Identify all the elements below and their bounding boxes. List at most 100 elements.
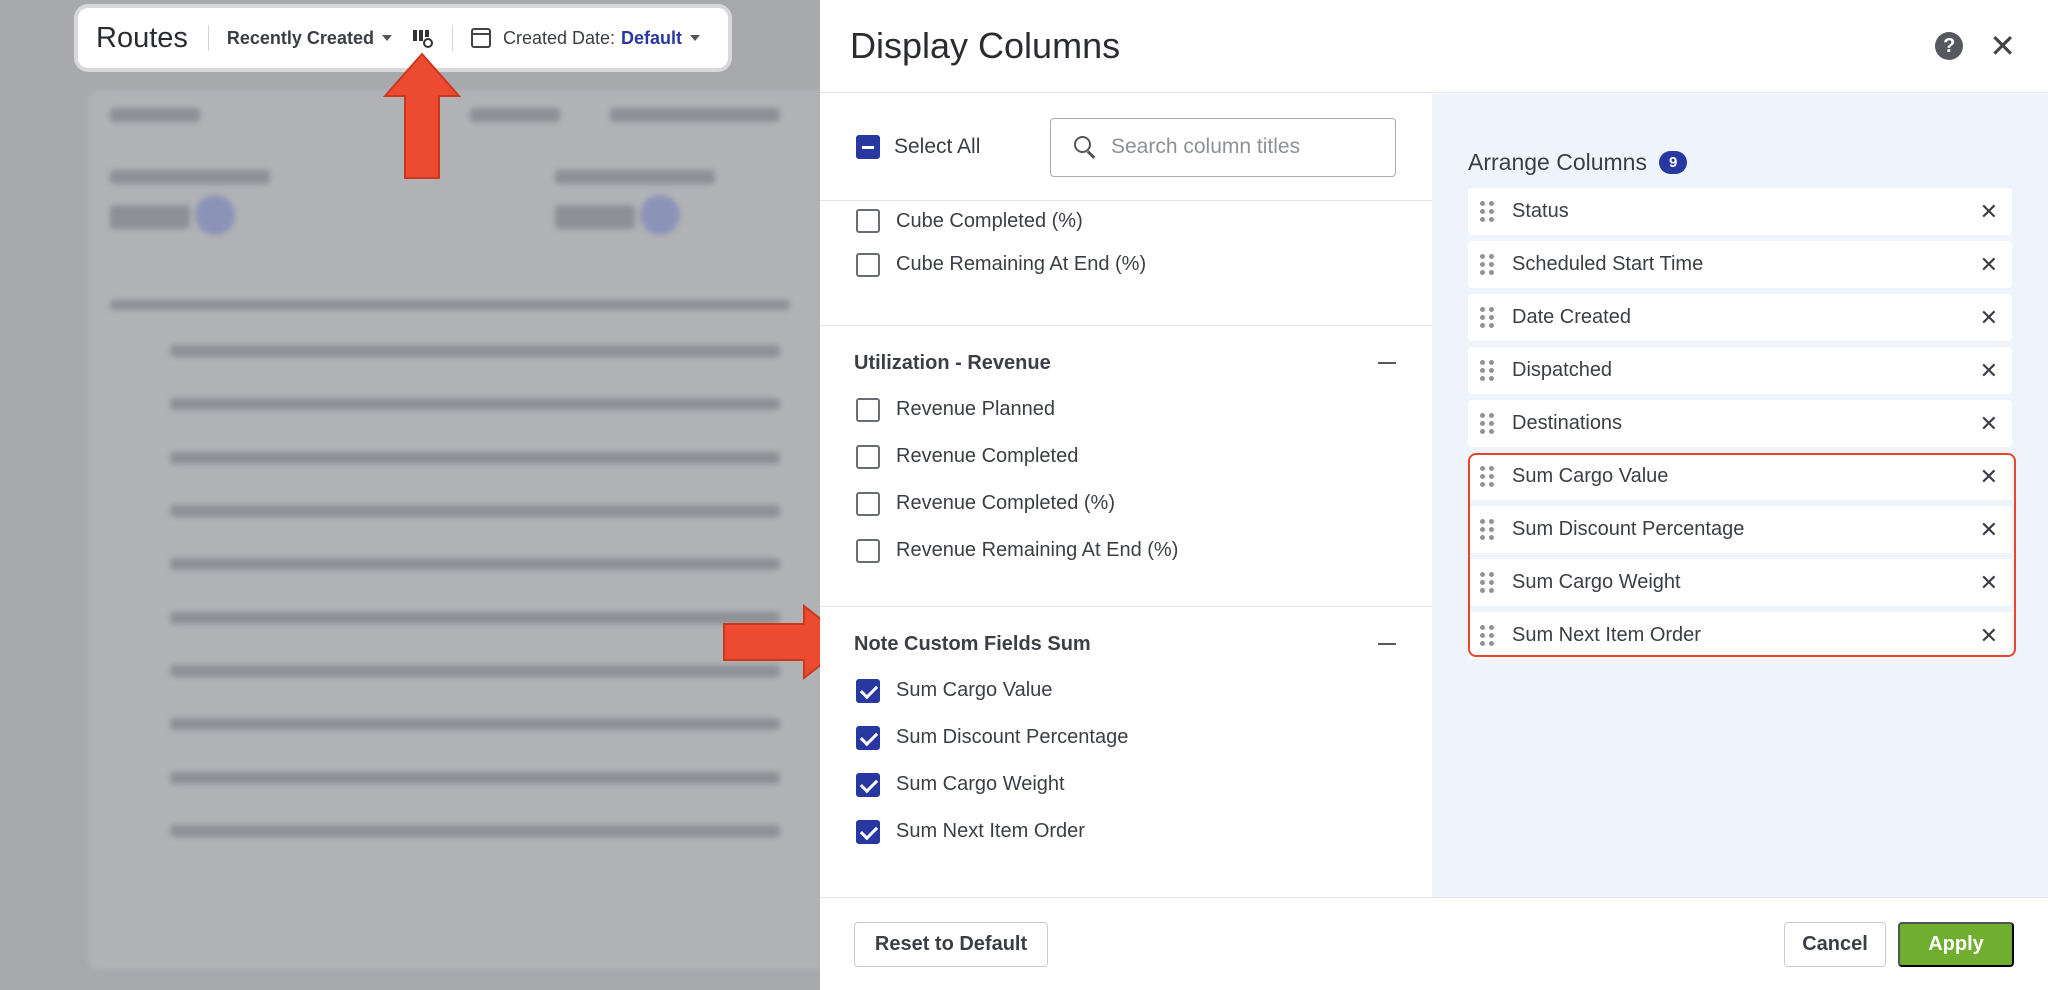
bg-bar (610, 108, 780, 122)
drag-handle-icon[interactable] (1480, 306, 1494, 329)
drag-handle-icon[interactable] (1480, 571, 1494, 594)
option-item[interactable]: Cube Completed (%) (820, 201, 1432, 241)
group-title: Utilization - Revenue (854, 351, 1051, 374)
bg-circle (640, 195, 680, 235)
remove-column-icon[interactable]: ✕ (1980, 623, 1998, 649)
help-icon[interactable]: ? (1935, 32, 1964, 60)
red-arrow-up-icon (383, 52, 461, 179)
remove-column-icon[interactable]: ✕ (1980, 358, 1998, 384)
bg-bar (170, 612, 780, 624)
remove-column-icon[interactable]: ✕ (1980, 464, 1998, 490)
option-checkbox[interactable] (856, 252, 880, 277)
option-label: Sum Cargo Weight (896, 773, 1065, 795)
arranged-column-item[interactable]: Sum Discount Percentage ✕ (1468, 506, 2012, 553)
apply-button[interactable]: Apply (1898, 921, 2014, 967)
arranged-column-item[interactable]: Dispatched ✕ (1468, 347, 2012, 394)
remove-column-icon[interactable]: ✕ (1980, 411, 1998, 437)
caret-down-icon (690, 35, 701, 41)
option-checkbox[interactable] (856, 209, 880, 233)
select-all-label: Select All (894, 135, 981, 158)
arranged-column-item[interactable]: Scheduled Start Time ✕ (1468, 241, 2012, 288)
arranged-column-item[interactable]: Sum Next Item Order ✕ (1468, 612, 2012, 659)
option-label: Sum Cargo Value (896, 679, 1053, 701)
option-label: Sum Next Item Order (896, 820, 1085, 842)
date-filter-value: Default (621, 27, 683, 48)
drag-handle-icon[interactable] (1480, 624, 1494, 647)
drag-handle-icon[interactable] (1480, 465, 1494, 488)
bg-bar (170, 825, 780, 837)
cancel-button[interactable]: Cancel (1784, 921, 1886, 967)
bg-bar (170, 345, 780, 357)
display-columns-modal: Display Columns ? ✕ Select All Search co… (820, 0, 2048, 990)
remove-column-icon[interactable]: ✕ (1980, 517, 1998, 543)
option-item[interactable]: Revenue Completed (820, 433, 1432, 480)
reset-to-default-button[interactable]: Reset to Default (854, 921, 1048, 967)
remove-column-icon[interactable]: ✕ (1980, 252, 1998, 278)
drag-handle-icon[interactable] (1480, 518, 1494, 541)
search-input[interactable]: Search column titles (1050, 117, 1396, 177)
drag-handle-icon[interactable] (1480, 253, 1494, 276)
option-checkbox[interactable] (856, 725, 880, 750)
option-label: Revenue Remaining At End (%) (896, 539, 1179, 561)
option-item[interactable]: Sum Next Item Order (820, 808, 1432, 855)
option-item[interactable]: Sum Cargo Weight (820, 761, 1432, 808)
option-checkbox[interactable] (856, 444, 880, 469)
arranged-column-item[interactable]: Status ✕ (1468, 188, 2012, 235)
option-item[interactable]: Sum Discount Percentage (820, 714, 1432, 761)
divider (451, 25, 453, 51)
date-filter-label: Created Date: (502, 27, 616, 48)
option-item[interactable]: Revenue Planned (820, 386, 1432, 433)
group-header[interactable]: Utilization - Revenue (820, 340, 1432, 386)
bg-bar (110, 205, 190, 229)
bg-bar (555, 205, 635, 229)
option-item[interactable]: Revenue Completed (%) (820, 480, 1432, 527)
option-item[interactable]: Cube Remaining At End (%) (820, 241, 1432, 288)
arranged-column-label: Sum Cargo Weight (1512, 571, 1681, 593)
bg-bar (110, 108, 200, 122)
modal-header: Display Columns ? ✕ (820, 0, 2048, 93)
arranged-column-item[interactable]: Date Created ✕ (1468, 294, 2012, 341)
column-options-panel: Select All Search column titles Cube Com… (820, 94, 1432, 897)
modal-footer: Reset to Default Cancel Apply (820, 897, 2048, 990)
option-checkbox[interactable] (856, 772, 880, 797)
option-checkbox[interactable] (856, 397, 880, 422)
option-checkbox[interactable] (856, 491, 880, 516)
created-date-filter[interactable]: Created Date: Default (470, 27, 701, 49)
arranged-column-label: Sum Discount Percentage (1512, 518, 1745, 540)
select-all-checkbox[interactable] (856, 135, 880, 159)
remove-column-icon[interactable]: ✕ (1980, 199, 1998, 225)
collapse-minus-icon[interactable] (1378, 643, 1396, 645)
bg-bar (110, 170, 270, 184)
option-item[interactable]: Sum Cargo Value (820, 667, 1432, 714)
arranged-column-item[interactable]: Sum Cargo Value ✕ (1468, 453, 2012, 500)
option-checkbox[interactable] (856, 819, 880, 844)
close-icon[interactable]: ✕ (1989, 30, 2016, 62)
arranged-column-item[interactable]: Sum Cargo Weight ✕ (1468, 559, 2012, 606)
option-item[interactable]: Revenue Remaining At End (%) (820, 527, 1432, 574)
search-placeholder: Search column titles (1111, 135, 1301, 158)
arranged-column-label: Status (1512, 200, 1569, 222)
arranged-column-label: Scheduled Start Time (1512, 253, 1704, 275)
bg-bar (170, 505, 780, 517)
option-checkbox[interactable] (856, 538, 880, 563)
collapse-minus-icon[interactable] (1378, 362, 1396, 364)
group-title: Note Custom Fields Sum (854, 632, 1091, 655)
bg-bar (170, 665, 780, 677)
option-label: Sum Discount Percentage (896, 726, 1129, 748)
arranged-column-item[interactable]: Destinations ✕ (1468, 400, 2012, 447)
option-group-note-custom-fields-sum: Note Custom Fields Sum Sum Cargo Value S… (820, 607, 1432, 855)
bg-circle (195, 195, 235, 235)
drag-handle-icon[interactable] (1480, 412, 1494, 435)
page-title: Routes (96, 21, 188, 54)
drag-handle-icon[interactable] (1480, 200, 1494, 223)
option-label: Cube Remaining At End (%) (896, 253, 1147, 275)
option-checkbox[interactable] (856, 678, 880, 703)
sort-dropdown[interactable]: Recently Created (227, 28, 392, 49)
remove-column-icon[interactable]: ✕ (1980, 570, 1998, 596)
drag-handle-icon[interactable] (1480, 359, 1494, 382)
group-header[interactable]: Note Custom Fields Sum (820, 621, 1432, 667)
bg-bar (110, 300, 790, 310)
columns-gear-icon[interactable] (412, 27, 434, 49)
remove-column-icon[interactable]: ✕ (1980, 305, 1998, 331)
arranged-column-label: Sum Cargo Value (1512, 465, 1669, 487)
